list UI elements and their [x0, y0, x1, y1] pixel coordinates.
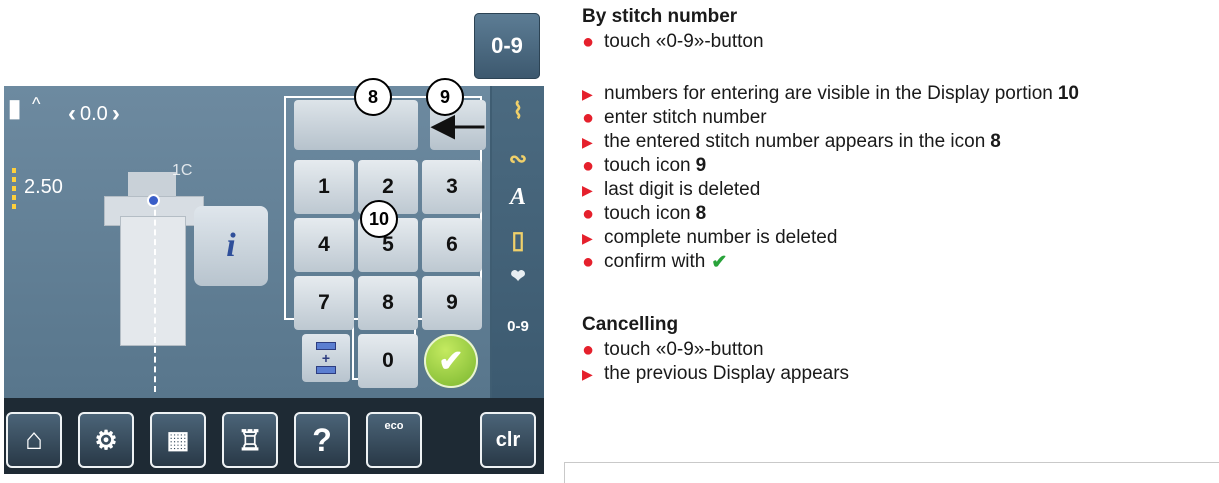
callout-10: 10: [360, 200, 398, 238]
instruction-line: ● touch icon 8: [582, 202, 706, 226]
instruction-line: ▶ numbers for entering are visible in th…: [582, 82, 1079, 106]
instruction-line: ▶ the previous Display appears: [582, 362, 849, 386]
eco-label: eco: [384, 420, 404, 432]
key-4[interactable]: 4: [294, 218, 354, 272]
chevron-left-icon: ‹: [68, 100, 76, 127]
dress-form-icon[interactable]: ♖: [222, 412, 278, 468]
instruction-line: ▶ last digit is deleted: [582, 178, 760, 202]
arrow-bullet-icon: ▶: [582, 229, 593, 246]
instruction-ref: 8: [990, 131, 1001, 152]
stitch-line: [154, 200, 156, 392]
chevron-right-icon: ›: [111, 100, 120, 127]
right-category-panel: ⌇ ∾ A ▯ ❤ 0-9: [492, 86, 544, 398]
zero-nine-button[interactable]: 0-9: [474, 13, 540, 79]
bullet-icon: ●: [582, 202, 595, 225]
section-title-by-number: By stitch number: [582, 6, 738, 27]
instruction-text: enter stitch number: [604, 107, 767, 128]
needle-up-icon: ^: [32, 94, 41, 114]
needle-position-dot: [147, 194, 160, 207]
instruction-text: confirm with: [604, 251, 706, 272]
presser-foot-label: 1C: [172, 162, 193, 179]
instruction-line: ● confirm with ✔: [582, 250, 727, 274]
key-9[interactable]: 9: [422, 276, 482, 330]
checkmark-icon: ✔: [711, 251, 728, 273]
instruction-text: touch icon: [604, 155, 691, 176]
section-title-cancelling: Cancelling: [582, 314, 679, 335]
arrow-bullet-icon: ▶: [582, 85, 593, 102]
key-7[interactable]: 7: [294, 276, 354, 330]
stitch-width-readout[interactable]: ‹ 0.0 ›: [68, 100, 120, 128]
bullet-icon: ●: [582, 106, 595, 129]
callout-8: 8: [354, 78, 392, 116]
bottom-toolbar: ⌂ ⚙ ▦ ♖ ? eco clr: [4, 398, 544, 474]
stitch-display-area: ▮ ^ ‹ 0.0 › 2.50 1C i ◀— 1 2 3 4 5 6 7 8…: [4, 86, 490, 398]
buttonhole-icon[interactable]: ▯: [492, 226, 544, 255]
balance-icon-top: [316, 342, 336, 350]
arrow-bullet-icon: ▶: [582, 133, 593, 150]
help-button[interactable]: ?: [294, 412, 350, 468]
instruction-text: touch icon: [604, 203, 691, 224]
instruction-line: ● touch «0-9»-button: [582, 338, 764, 362]
note-box: [564, 462, 1219, 483]
machine-screen: ▮ ^ ‹ 0.0 › 2.50 1C i ◀— 1 2 3 4 5 6 7 8…: [4, 86, 544, 474]
key-8[interactable]: 8: [358, 276, 418, 330]
presser-foot-icon: [120, 216, 186, 346]
instruction-line: ● touch «0-9»-button: [582, 30, 764, 54]
setup-icon[interactable]: ⚙: [78, 412, 134, 468]
arrow-bullet-icon: ▶: [582, 181, 593, 198]
instruction-text: numbers for entering are visible in the …: [604, 83, 1053, 104]
arrow-bullet-icon: ▶: [582, 365, 593, 382]
key-0[interactable]: 0: [358, 334, 418, 388]
instruction-text: touch «0-9»-button: [604, 31, 764, 52]
instruction-line: ▶ the entered stitch number appears in t…: [582, 130, 1001, 154]
stitch-width-value: 0.0: [80, 102, 108, 125]
eco-button[interactable]: eco: [366, 412, 422, 468]
personal-program-icon[interactable]: ❤: [492, 266, 544, 287]
key-1[interactable]: 1: [294, 160, 354, 214]
balance-icon-bottom: [316, 366, 336, 374]
bullet-icon: ●: [582, 250, 595, 273]
bullet-icon: ●: [582, 338, 595, 361]
instruction-ref: 10: [1057, 83, 1079, 104]
instruction-line: ● touch icon 9: [582, 154, 706, 178]
alphabet-icon[interactable]: A: [492, 184, 544, 211]
decorative-stitch-icon[interactable]: ∾: [492, 146, 544, 172]
home-icon[interactable]: ⌂: [6, 412, 62, 468]
instruction-text: touch «0-9»-button: [604, 339, 764, 360]
bullet-icon: ●: [582, 154, 595, 177]
instruction-text: last digit is deleted: [604, 179, 761, 200]
instruction-ref: 9: [695, 155, 707, 176]
instruction-line: ● enter stitch number: [582, 106, 767, 130]
confirm-button[interactable]: ✔: [424, 334, 478, 388]
callout-9: 9: [426, 78, 464, 116]
instruction-line: ▶ complete number is deleted: [582, 226, 837, 250]
info-button[interactable]: i: [194, 206, 268, 286]
instruction-text: the previous Display appears: [604, 363, 850, 384]
book-icon[interactable]: ▦: [150, 412, 206, 468]
stitch-length-bar-icon: [12, 168, 16, 210]
clr-button[interactable]: clr: [480, 412, 536, 468]
stitch-length-value[interactable]: 2.50: [24, 176, 63, 199]
bullet-icon: ●: [582, 30, 595, 53]
instruction-text: complete number is deleted: [604, 227, 838, 248]
instruction-ref: 8: [695, 203, 707, 224]
plus-icon: +: [321, 350, 331, 366]
needle-icon[interactable]: ▮: [8, 94, 21, 123]
stitch-number-field[interactable]: [294, 100, 418, 150]
balance-button[interactable]: +: [302, 334, 350, 382]
key-6[interactable]: 6: [422, 218, 482, 272]
instruction-text: the entered stitch number appears in the…: [604, 131, 986, 152]
practical-stitch-icon[interactable]: ⌇: [492, 98, 544, 124]
key-3[interactable]: 3: [422, 160, 482, 214]
stitch-number-icon[interactable]: 0-9: [492, 318, 544, 335]
